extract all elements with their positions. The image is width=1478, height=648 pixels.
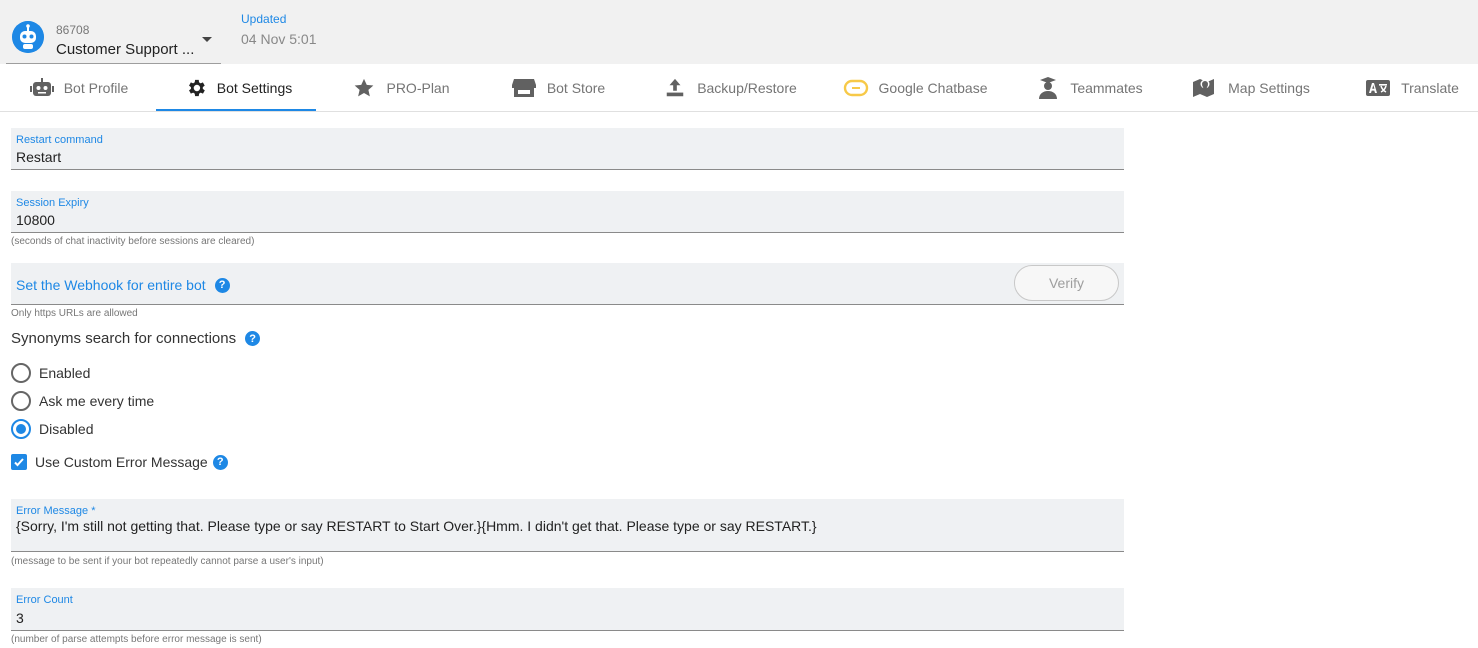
custom-error-toggle[interactable]: Use Custom Error Message ? [11, 454, 228, 470]
error-count-label: Error Count [16, 594, 73, 606]
robot-icon [29, 78, 54, 96]
session-expiry-input[interactable]: 10800 [16, 212, 55, 228]
radio-button[interactable] [11, 391, 31, 411]
tab-label: Bot Settings [216, 80, 293, 96]
upload-icon [666, 78, 684, 97]
webhook-hint: Only https URLs are allowed [11, 308, 138, 319]
tab-bot-store[interactable]: Bot Store [508, 64, 608, 112]
error-count-field[interactable]: Error Count 3 [11, 588, 1124, 631]
tab-label: Teammates [1070, 80, 1143, 96]
synonyms-title: Synonyms search for connections ? [11, 330, 261, 347]
tab-backup-restore[interactable]: Backup/Restore [660, 64, 800, 112]
session-expiry-field[interactable]: Session Expiry 10800 [11, 191, 1124, 233]
chatbase-icon [843, 79, 868, 97]
app-header: 86708 Customer Support ... Updated 04 No… [0, 0, 1478, 64]
session-expiry-label: Session Expiry [16, 197, 89, 209]
tab-label: Google Chatbase [878, 80, 988, 96]
verify-button[interactable]: Verify [1014, 265, 1119, 301]
teammates-icon [1039, 77, 1058, 99]
error-message-label: Error Message * [16, 505, 96, 517]
error-message-field[interactable]: Error Message * {Sorry, I'm still not ge… [11, 499, 1124, 552]
checkbox-checked[interactable] [11, 454, 27, 470]
tab-label: Bot Store [546, 80, 606, 96]
radio-disabled[interactable]: Disabled [11, 419, 93, 439]
active-tab-indicator [156, 109, 316, 111]
tab-label: PRO-Plan [386, 80, 450, 96]
restart-command-label: Restart command [16, 134, 103, 146]
radio-ask-every-time[interactable]: Ask me every time [11, 391, 154, 411]
custom-error-label: Use Custom Error Message [35, 454, 208, 470]
tab-google-chatbase[interactable]: Google Chatbase [840, 64, 990, 112]
tab-bot-profile[interactable]: Bot Profile [24, 64, 134, 112]
webhook-label[interactable]: Set the Webhook for entire bot ? [16, 277, 230, 293]
bot-selector[interactable]: 86708 Customer Support ... [6, 14, 221, 64]
store-icon [511, 79, 536, 97]
radio-button[interactable] [11, 363, 31, 383]
radio-label: Disabled [39, 421, 94, 437]
webhook-label-text: Set the Webhook for entire bot [16, 277, 206, 293]
synonyms-title-text: Synonyms search for connections [11, 330, 237, 347]
error-count-input[interactable]: 3 [16, 610, 24, 626]
error-message-hint: (message to be sent if your bot repeated… [11, 556, 324, 567]
error-count-hint: (number of parse attempts before error m… [11, 634, 262, 645]
checkmark-icon [14, 458, 24, 467]
error-message-input[interactable]: {Sorry, I'm still not getting that. Plea… [16, 518, 817, 534]
restart-command-input[interactable]: Restart [16, 149, 61, 165]
bot-name: Customer Support ... [56, 41, 195, 58]
tab-label: Bot Profile [63, 80, 129, 96]
bot-id: 86708 [56, 23, 90, 37]
tab-label: Backup/Restore [697, 80, 797, 96]
translate-icon [1366, 80, 1391, 96]
tab-teammates[interactable]: Teammates [1032, 64, 1147, 112]
help-icon[interactable]: ? [245, 331, 261, 346]
session-expiry-hint: (seconds of chat inactivity before sessi… [11, 236, 255, 247]
chevron-down-icon[interactable] [202, 37, 212, 42]
tab-bot-settings[interactable]: Bot Settings [176, 64, 301, 112]
tab-bar: Bot Profile Bot Settings PRO-Plan Bot St… [0, 64, 1478, 112]
tab-label: Map Settings [1228, 80, 1310, 96]
restart-command-field[interactable]: Restart command Restart [11, 128, 1124, 170]
radio-button-selected[interactable] [11, 419, 31, 439]
robot-avatar-icon [12, 21, 44, 53]
updated-label: Updated [241, 12, 287, 26]
radio-label: Ask me every time [39, 393, 155, 409]
tab-label: Translate [1401, 80, 1459, 96]
bot-avatar [12, 21, 44, 53]
radio-enabled[interactable]: Enabled [11, 363, 90, 383]
help-icon[interactable]: ? [214, 277, 230, 293]
tab-translate[interactable]: Translate [1362, 64, 1462, 112]
updated-value: 04 Nov 5:01 [241, 31, 317, 47]
tab-pro-plan[interactable]: PRO-Plan [346, 64, 456, 112]
map-icon [1193, 79, 1215, 97]
help-icon[interactable]: ? [212, 454, 228, 470]
star-icon [355, 78, 374, 97]
webhook-field[interactable]: Set the Webhook for entire bot ? Verify [11, 263, 1124, 305]
gear-icon [188, 79, 205, 97]
radio-label: Enabled [39, 365, 91, 381]
tab-map-settings[interactable]: Map Settings [1190, 64, 1312, 112]
